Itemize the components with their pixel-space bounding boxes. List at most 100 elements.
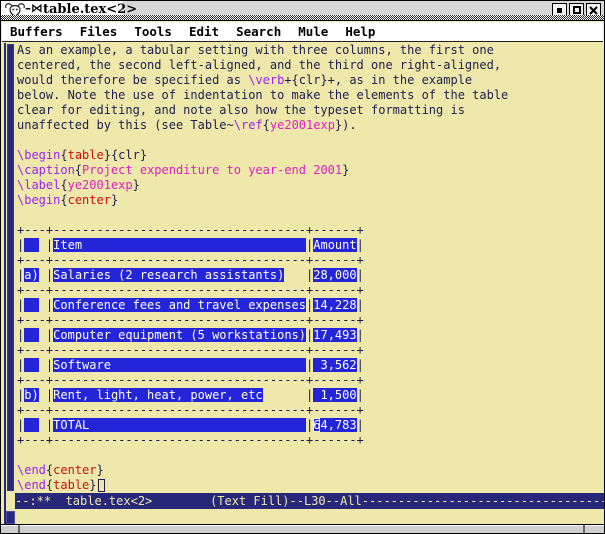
menu-files[interactable]: Files — [80, 24, 127, 39]
code-segment: { — [75, 163, 82, 177]
highlighted-cell: 28,000 — [313, 268, 356, 282]
code-segment: \begin — [17, 193, 60, 207]
code-segment: +---+-----------------------------------… — [17, 403, 364, 417]
buffer-line: As an example, a tabular setting with th… — [17, 43, 605, 58]
code-segment: { — [60, 178, 67, 192]
buffer-line: +---+-----------------------------------… — [17, 373, 605, 388]
buffer-line: +---+-----------------------------------… — [17, 223, 605, 238]
scrollbar-track[interactable] — [4, 43, 6, 525]
emacs-window: –⋈ table.tex<2> Buffers Files Tools Edit Sea… — [0, 0, 605, 534]
code-segment: +---+-----------------------------------… — [17, 343, 364, 357]
buffer-line: \caption{Project expenditure to year-end… — [17, 163, 605, 178]
minimize-icon — [557, 8, 562, 13]
code-segment: | — [357, 238, 364, 252]
code-segment: } — [342, 163, 349, 177]
code-segment: | — [39, 418, 53, 432]
menu-mule[interactable]: Mule — [298, 24, 337, 39]
code-segment: | — [284, 268, 313, 282]
code-segment: | — [357, 358, 364, 372]
menu-tools[interactable]: Tools — [134, 24, 181, 39]
close-icon — [589, 6, 598, 15]
code-segment: | — [263, 388, 314, 402]
code-segment: clear for editing, and note also how the… — [17, 103, 465, 117]
buffer-line: +---+-----------------------------------… — [17, 313, 605, 328]
code-segment: \caption — [17, 163, 75, 177]
code-segment: | — [357, 298, 364, 312]
highlighted-cell: b) — [24, 388, 38, 402]
buffer-line: \end{center} — [17, 463, 605, 478]
buffer-line: below. Note the use of indentation to ma… — [17, 88, 605, 103]
code-segment: } — [89, 478, 96, 492]
buffer-line: centered, the second left-aligned, and t… — [17, 58, 605, 73]
code-segment: +{clr}+, as in the example — [284, 73, 472, 87]
code-segment: center — [68, 193, 111, 207]
code-segment: center — [53, 463, 96, 477]
highlighted-cell: a) — [24, 268, 38, 282]
code-segment: +---+-----------------------------------… — [17, 373, 364, 387]
code-segment: +---+-----------------------------------… — [17, 253, 364, 267]
minibuffer[interactable]: Mark set — [17, 510, 605, 525]
buffer-line: +---+-----------------------------------… — [17, 403, 605, 418]
menu-edit[interactable]: Edit — [189, 24, 228, 39]
buffer-line: | |Item |Amount| — [17, 238, 605, 253]
code-segment: { — [60, 193, 67, 207]
code-segment: As an example, a tabular setting with th… — [17, 43, 494, 57]
highlighted-cell: Salaries (2 research assistants) — [53, 268, 284, 282]
scrollbar-thumb[interactable] — [7, 44, 14, 491]
buffer-line: \begin{table}{clr} — [17, 148, 605, 163]
buffer-line — [17, 208, 605, 223]
maximize-icon — [573, 6, 581, 14]
code-segment: \verb — [248, 73, 284, 87]
code-segment: | — [357, 418, 364, 432]
bottom-resize-bar[interactable] — [1, 524, 604, 533]
code-segment: +---+-----------------------------------… — [17, 433, 364, 447]
code-segment: | — [39, 328, 53, 342]
frame-content: As an example, a tabular setting with th… — [2, 43, 605, 525]
buffer-line: +---+-----------------------------------… — [17, 343, 605, 358]
buffer-area[interactable]: As an example, a tabular setting with th… — [17, 43, 605, 493]
code-segment: | — [39, 388, 53, 402]
buffer-line: \begin{center} — [17, 193, 605, 208]
menu-buffers[interactable]: Buffers — [10, 24, 72, 39]
code-segment: } — [97, 463, 104, 477]
menu-search[interactable]: Search — [236, 24, 290, 39]
code-segment: \end — [17, 463, 46, 477]
highlighted-cell — [24, 238, 38, 252]
highlighted-cell — [24, 298, 38, 312]
code-segment: table — [53, 478, 89, 492]
buffer-line: |a) |Salaries (2 research assistants) |2… — [17, 268, 605, 283]
buffer-line: +---+-----------------------------------… — [17, 433, 605, 448]
buffer-line: unaffected by this (see Table~\ref{ye200… — [17, 118, 605, 133]
code-segment: { — [263, 118, 270, 132]
code-segment: | — [357, 328, 364, 342]
highlighted-cell: Software — [53, 358, 306, 372]
code-segment: ye2001exp — [270, 118, 335, 132]
code-segment: centered, the second left-aligned, and t… — [17, 58, 501, 72]
buffer-line: clear for editing, and note also how the… — [17, 103, 605, 118]
code-segment: } — [111, 193, 118, 207]
code-segment: \ref — [234, 118, 263, 132]
pin-icon: –⋈ — [25, 1, 43, 15]
minibuffer-scrollbar-thumb[interactable] — [6, 511, 15, 524]
highlighted-cell: Item — [53, 238, 306, 252]
highlighted-cell: Conference fees and travel expenses — [53, 298, 306, 312]
menu-help[interactable]: Help — [345, 24, 384, 39]
code-segment: \begin — [17, 148, 60, 162]
modeline[interactable]: --:** table.tex<2> (Text Fill)--L30--All… — [15, 493, 605, 509]
code-segment: +---+-----------------------------------… — [17, 223, 364, 237]
code-segment: Project expenditure to year-end 2001 — [82, 163, 342, 177]
highlighted-cell: 14,228 — [313, 298, 356, 312]
titlebar[interactable]: –⋈ table.tex<2> — [1, 1, 604, 21]
code-segment: below. Note the use of indentation to ma… — [17, 88, 508, 102]
code-segment: would therefore be specified as — [17, 73, 248, 87]
highlighted-cell: 3,562 — [313, 358, 356, 372]
text-cursor — [98, 479, 105, 492]
titlebar-stipple — [1, 15, 604, 20]
code-segment: unaffected by this (see Table~ — [17, 118, 234, 132]
highlighted-cell: 4,783 — [320, 418, 356, 432]
code-segment: }{clr} — [104, 148, 147, 162]
buffer-line: | |Software | 3,562| — [17, 358, 605, 373]
buffer-line: \end{table} — [17, 478, 605, 493]
resize-tick-left — [18, 525, 20, 533]
highlighted-cell — [24, 358, 38, 372]
